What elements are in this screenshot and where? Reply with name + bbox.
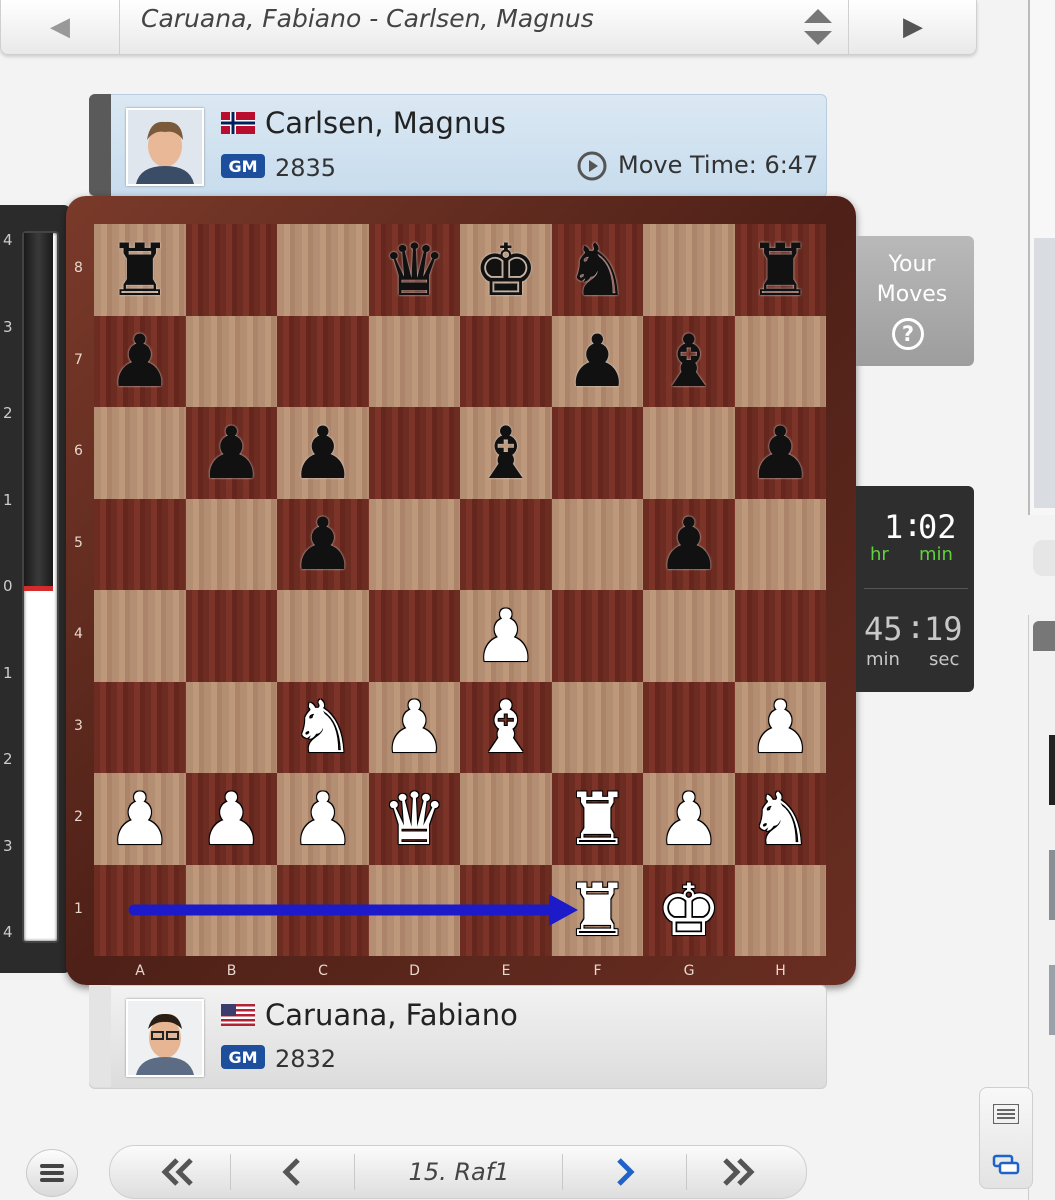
clock-sec-label: sec	[929, 649, 960, 670]
double-chevron-left-icon	[161, 1158, 193, 1186]
video-thumbnail	[1034, 238, 1055, 508]
evaluation-scale-label: 1	[3, 663, 13, 682]
next-game-button[interactable]: ▶	[848, 0, 977, 54]
title-badge: GM	[221, 1045, 265, 1069]
rank-label: 6	[74, 443, 83, 459]
nav-separator	[354, 1154, 355, 1190]
bottom-player-rating: 2832	[275, 1045, 337, 1073]
file-label: G	[683, 963, 695, 979]
chevron-right-icon: ▶	[903, 12, 923, 42]
previous-game-button[interactable]: ◀	[1, 0, 120, 54]
side-toggle-button[interactable]	[1033, 540, 1055, 576]
evaluation-scale-label: 3	[3, 317, 13, 336]
file-label: E	[501, 963, 511, 979]
clock-hours: 1	[884, 508, 904, 546]
top-player-card-strip	[89, 94, 111, 196]
clock-hr-label: hr	[870, 544, 889, 565]
rank-label: 3	[74, 717, 83, 734]
game-clock: 1 : 02 hr min 45 : 19 min sec	[856, 486, 974, 692]
evaluation-scale-label: 3	[3, 836, 13, 855]
avatar	[126, 999, 204, 1077]
previous-move-button[interactable]	[232, 1146, 352, 1198]
your-moves-label: Your Moves	[856, 250, 968, 310]
your-moves-label-line2: Moves	[876, 282, 948, 307]
current-move-label[interactable]: 15. Raf1	[356, 1146, 562, 1198]
title-badge: GM	[221, 154, 265, 178]
notation-list-icon[interactable]	[993, 1104, 1019, 1124]
norway-flag-icon	[221, 112, 255, 134]
file-label: H	[775, 963, 786, 979]
file-label: A	[135, 963, 145, 979]
side-list-header	[1033, 621, 1055, 651]
rank-label: 7	[74, 351, 83, 368]
bottom-player-name: Caruana, Fabiano	[265, 998, 518, 1032]
up-down-icon[interactable]	[801, 5, 835, 49]
menu-icon	[40, 1164, 64, 1182]
last-move-arrow	[128, 894, 578, 926]
your-moves-button[interactable]: Your Moves ?	[856, 236, 974, 366]
evaluation-scale-label: 4	[3, 923, 13, 941]
move-time-label: Move Time: 6:47	[618, 151, 819, 179]
file-label: B	[226, 963, 237, 979]
move-time-icon	[577, 151, 607, 181]
file-label: C	[318, 963, 328, 979]
your-moves-label-line1: Your	[888, 252, 936, 277]
chevron-left-icon	[282, 1158, 300, 1186]
evaluation-scale-label: 4	[3, 231, 13, 249]
double-chevron-right-icon	[723, 1158, 755, 1186]
file-label: F	[593, 963, 602, 979]
chevron-right-icon	[617, 1158, 635, 1186]
clock-minutes: 02	[918, 508, 957, 546]
clock-remaining-seconds: 19	[924, 610, 963, 648]
rank-label: 2	[74, 809, 83, 825]
nav-separator	[686, 1154, 687, 1190]
list-item-thumbnail[interactable]	[1049, 735, 1055, 805]
nav-separator	[230, 1154, 231, 1190]
evaluation-scale-label: 1	[3, 490, 13, 509]
usa-flag-icon	[221, 1004, 255, 1026]
list-item-thumbnail[interactable]	[1049, 965, 1055, 1035]
next-move-button[interactable]	[564, 1146, 686, 1198]
last-move-button[interactable]	[688, 1146, 788, 1198]
clock-separator-2: :	[906, 608, 926, 646]
rank-label: 4	[74, 626, 83, 642]
list-item-thumbnail[interactable]	[1049, 850, 1055, 920]
file-label: D	[409, 963, 420, 979]
top-player-name: Carlsen, Magnus	[265, 106, 506, 140]
clock-remaining-minutes: 45	[864, 610, 903, 648]
avatar	[126, 108, 204, 186]
game-selector-bar: ◀ Caruana, Fabiano - Carlsen, Magnus ▶	[0, 0, 977, 55]
bottom-player-card-strip	[89, 985, 111, 1087]
nav-separator	[562, 1154, 563, 1190]
evaluation-marker	[24, 586, 53, 591]
rank-label: 5	[74, 534, 83, 551]
side-tool-buttons	[979, 1087, 1033, 1189]
chat-icon[interactable]	[992, 1154, 1020, 1176]
rank-label: 8	[74, 260, 83, 276]
evaluation-scale-label: 2	[3, 750, 13, 768]
menu-button[interactable]	[26, 1149, 78, 1197]
evaluation-scale-label: 2	[3, 404, 13, 422]
help-icon[interactable]: ?	[892, 318, 924, 350]
evaluation-scale-label: 0	[3, 577, 13, 595]
clock-min-label: min	[919, 544, 953, 565]
evaluation-bar-black	[24, 233, 53, 589]
clock-divider	[864, 588, 968, 589]
move-navigation: 15. Raf1	[109, 1145, 807, 1199]
first-move-button[interactable]	[128, 1146, 228, 1198]
rank-label: 1	[74, 900, 83, 917]
clock-min-label-2: min	[866, 649, 900, 670]
game-title[interactable]: Caruana, Fabiano - Carlsen, Magnus	[141, 4, 594, 33]
top-player-rating: 2835	[275, 154, 337, 182]
chevron-left-icon: ◀	[50, 12, 70, 42]
side-video-panel	[1028, 0, 1055, 515]
